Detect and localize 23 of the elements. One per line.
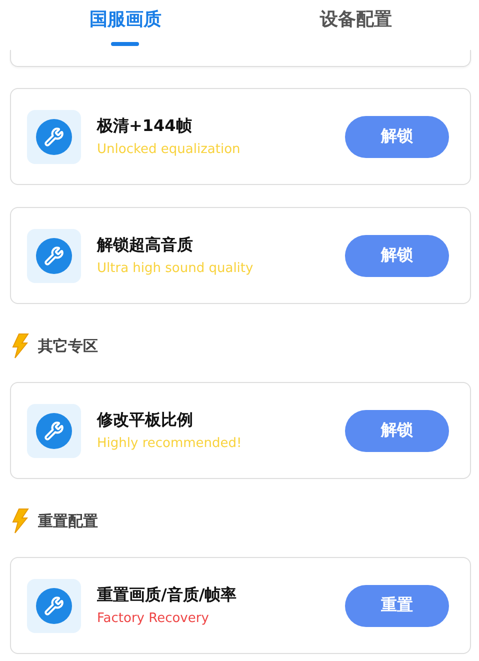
wrench-icon: [27, 578, 81, 632]
option-title: 解锁超高音质: [97, 235, 194, 256]
action-button[interactable]: 解锁: [345, 116, 449, 158]
option-title: 重置画质/音质/帧率: [97, 585, 238, 606]
action-button[interactable]: 解锁: [345, 410, 449, 452]
wrench-icon: [27, 228, 81, 282]
lightning-icon: [10, 508, 30, 534]
tab[interactable]: 国服画质: [10, 0, 240, 50]
option-subtitle: Highly recommended!: [97, 436, 243, 451]
option-title: 极清+144帧: [97, 116, 193, 137]
option-subtitle: Ultra high sound quality: [97, 261, 254, 276]
section-title: 其它专区: [38, 336, 98, 356]
option-subtitle: Factory Recovery: [97, 611, 210, 626]
action-button[interactable]: 重置: [345, 584, 449, 626]
tab-indicator: [111, 42, 140, 46]
action-button[interactable]: 解锁: [345, 234, 449, 276]
option-subtitle: Unlocked equalization: [97, 142, 242, 157]
option-title: 修改平板比例: [97, 410, 194, 431]
section-title: 重置配置: [38, 512, 98, 530]
wrench-icon: [27, 110, 81, 164]
wrench-icon: [27, 404, 81, 458]
lightning-icon: [10, 333, 30, 359]
tab[interactable]: 设备配置: [240, 0, 471, 50]
